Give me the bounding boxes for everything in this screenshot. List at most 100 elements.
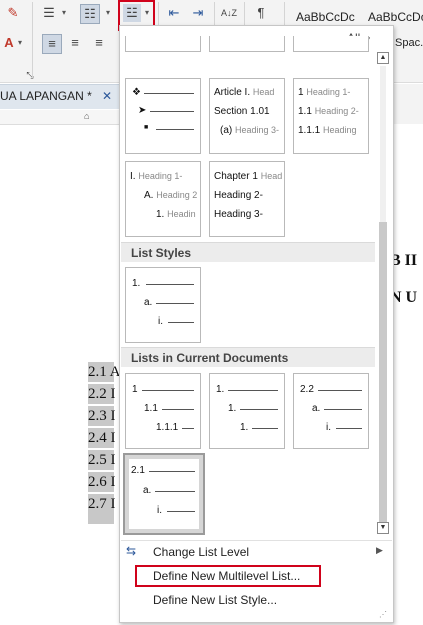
level-line (168, 322, 194, 323)
level-line (336, 428, 362, 429)
level-label: 1.1 Heading 2- (298, 106, 359, 117)
doc-line: 2.5 I (88, 450, 116, 470)
level-label: 2.1 (131, 465, 145, 476)
level-line (318, 390, 362, 391)
current-list-item[interactable]: 1 1.1 1.1.1 (125, 373, 201, 449)
doc-line: 2.1 A (88, 362, 121, 382)
level-label: Section 1.01 (214, 106, 270, 117)
chevron-down-icon[interactable]: ▾ (60, 4, 68, 22)
level-label: 1.1 (144, 403, 158, 414)
list-library-item-hidden[interactable] (293, 36, 369, 52)
bullets-icon[interactable]: ☰ (40, 4, 58, 22)
document-tab-strip: UA LAPANGAN * ✕ (0, 84, 125, 109)
thumbnail-inner: 2.1 a. i. (129, 459, 199, 529)
level-label: Article I. Head (214, 87, 275, 98)
list-library-item-hidden[interactable] (125, 36, 201, 52)
style-no-spacing[interactable]: AaBbCcDc (368, 10, 423, 24)
list-library-chapter[interactable]: Chapter 1 Head Heading 2- Heading 3- (209, 161, 285, 237)
divider (32, 2, 33, 78)
level-label: 1 Heading 1- (298, 87, 351, 98)
doc-line: 2.2 I (88, 384, 116, 404)
bullet-diamond-icon: ❖ (132, 87, 141, 98)
level-line (156, 129, 194, 130)
level-label: A. Heading 2 (144, 190, 198, 201)
level-label: 1. (216, 384, 225, 395)
define-multilevel-highlight (135, 565, 321, 587)
scroll-up-icon[interactable]: ▲ (377, 52, 389, 64)
list-library-article[interactable]: Article I. Head Section 1.01 (a) Heading… (209, 78, 285, 154)
divider (214, 2, 215, 26)
change-list-level-item[interactable]: ⇆ Change List Level ▶ (120, 541, 391, 563)
level-label: 1. Headin (156, 209, 196, 220)
level-label: Heading 3- (214, 209, 263, 220)
pilcrow-icon[interactable]: ¶ (252, 4, 270, 22)
level-label: 2.2 (300, 384, 314, 395)
list-style-item[interactable]: 1. a. i. (125, 267, 201, 343)
style-label-spacing: Spac. (395, 37, 423, 49)
change-level-icon: ⇆ (126, 544, 137, 558)
current-list-item[interactable]: 2.2 a. i. (293, 373, 369, 449)
chevron-down-icon[interactable]: ▾ (16, 34, 24, 52)
current-list-item-selected[interactable]: 2.1 a. i. (123, 453, 205, 535)
doc-line: 2.3 I (88, 406, 116, 426)
list-library-heading-numbers[interactable]: 1 Heading 1- 1.1 Heading 2- 1.1.1 Headin… (293, 78, 369, 154)
list-library-roman[interactable]: I. Heading 1- A. Heading 2 1. Headin (125, 161, 201, 237)
document-tab[interactable]: UA LAPANGAN * (0, 89, 92, 103)
scroll-thumb[interactable] (379, 222, 387, 522)
decrease-indent-icon[interactable]: ⇤ (165, 4, 183, 22)
level-line (156, 303, 194, 304)
doc-heading-right: B II (390, 252, 418, 269)
level-line (142, 390, 194, 391)
resize-grip-icon[interactable]: ⋰ (379, 610, 387, 619)
define-list-style-item[interactable]: Define New List Style... (120, 589, 391, 611)
bullet-square-icon: ■ (144, 124, 149, 131)
bullet-arrow-icon: ➤ (138, 105, 147, 116)
chevron-right-icon: ▶ (376, 545, 383, 555)
change-list-level-label: Change List Level (153, 545, 250, 559)
chevron-down-icon[interactable]: ▾ (104, 4, 112, 22)
close-icon[interactable]: ✕ (102, 89, 112, 103)
level-label: 1.1.1 Heading (298, 125, 357, 136)
section-current-lists: Lists in Current Documents (121, 347, 375, 367)
eraser-icon[interactable]: ✎ (4, 4, 22, 22)
indent-marker-icon[interactable]: ⌂ (84, 111, 89, 121)
divider (158, 2, 159, 26)
current-list-item[interactable]: 1. 1. 1. (209, 373, 285, 449)
level-line (162, 409, 194, 410)
level-label: 1. (228, 403, 237, 414)
level-line (324, 409, 362, 410)
increase-indent-icon[interactable]: ⇥ (189, 4, 207, 22)
section-list-styles: List Styles (121, 242, 375, 262)
level-label: 1. (132, 278, 141, 289)
level-label: 1.1.1 (156, 422, 179, 433)
doc-line: 2.7 I (88, 494, 116, 524)
scroll-down-icon[interactable]: ▼ (377, 522, 389, 534)
level-label: a. (144, 297, 153, 308)
level-label: 1 (132, 384, 138, 395)
level-line (150, 111, 194, 112)
level-line (228, 390, 278, 391)
list-library-bullets[interactable]: ❖ ➤ ■ (125, 78, 201, 154)
level-label: Chapter 1 Head (214, 171, 283, 182)
list-library-item-hidden[interactable] (209, 36, 285, 52)
align-right-icon[interactable]: ≡ (90, 34, 108, 52)
level-label: 1. (240, 422, 249, 433)
level-label: a. (312, 403, 321, 414)
sort-icon[interactable]: A↓Z (220, 4, 238, 22)
dialog-launcher-icon[interactable]: ⤡ (21, 66, 39, 84)
level-line (252, 428, 278, 429)
doc-heading-right-2: N U (390, 289, 418, 306)
doc-line: 2.4 I (88, 428, 116, 448)
level-line (146, 284, 194, 285)
ruler: ⌂ (0, 110, 125, 125)
align-center-icon[interactable]: ≡ (66, 34, 84, 52)
numbering-icon[interactable]: ☷ (80, 4, 100, 24)
level-line (182, 428, 194, 429)
level-line (144, 93, 194, 94)
define-list-style-label: Define New List Style... (153, 593, 278, 607)
level-label: i. (157, 505, 162, 516)
style-normal[interactable]: AaBbCcDc (296, 10, 355, 24)
align-left-icon[interactable]: ≡ (42, 34, 62, 54)
multilevel-list-gallery: All ▼ ❖ ➤ ■ Article I. Head Section 1.01… (119, 25, 394, 623)
gallery-scrollbar[interactable]: ▲ ▼ (376, 52, 390, 536)
